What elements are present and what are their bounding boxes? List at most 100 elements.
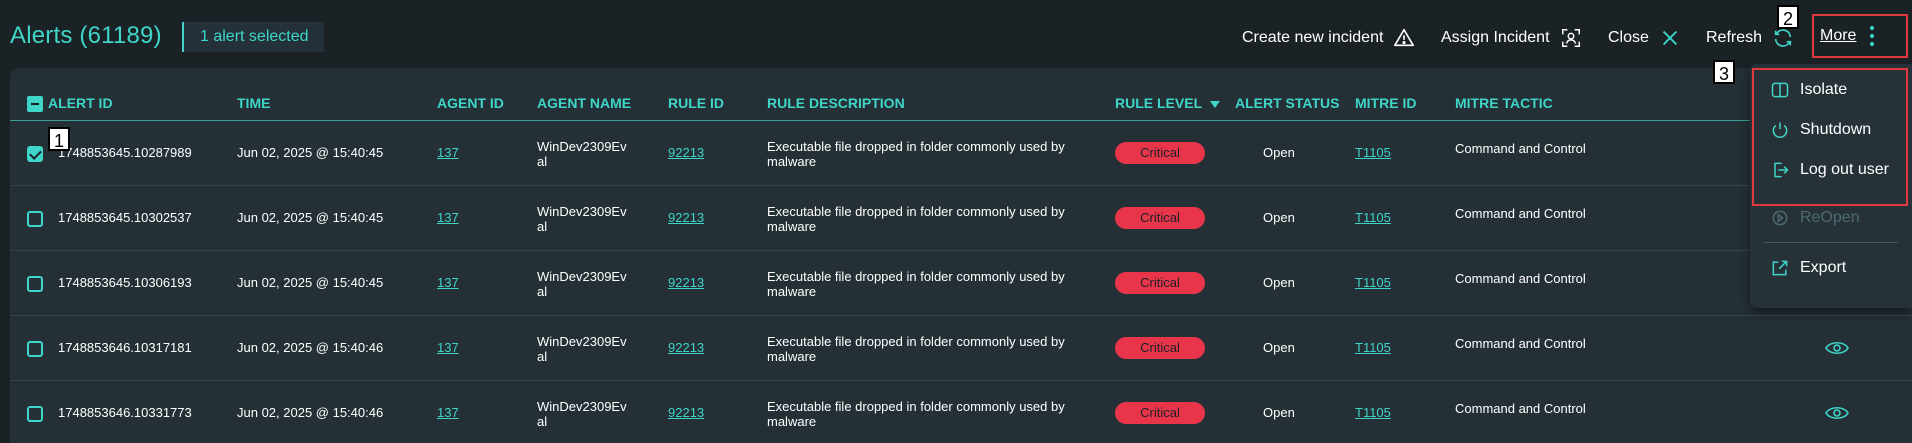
cell-time: Jun 02, 2025 @ 15:40:45: [237, 210, 384, 225]
cell-mitre-tactic: Command and Control: [1455, 271, 1586, 286]
col-alert-id[interactable]: ALERT ID: [48, 95, 113, 111]
cell-mitre-tactic: Command and Control: [1455, 206, 1586, 221]
cell-alert-status: Open: [1263, 275, 1295, 290]
close-label: Close: [1608, 29, 1649, 46]
annotation-marker-1: 1: [48, 127, 70, 151]
cell-rule-description: Executable file dropped in folder common…: [767, 139, 1065, 169]
cell-time: Jun 02, 2025 @ 15:40:46: [237, 340, 384, 355]
selection-count-badge: 1 alert selected: [182, 22, 324, 52]
cell-alert-id: 1748853646.10331773: [58, 405, 192, 420]
cell-alert-id: 1748853645.10306193: [58, 275, 192, 290]
sort-desc-icon: [1210, 100, 1221, 108]
warning-icon: [1394, 28, 1415, 47]
annotation-marker-3: 3: [1713, 60, 1735, 84]
logout-icon: [1774, 162, 1789, 178]
table-row[interactable]: 1748853645.10287989 Jun 02, 2025 @ 15:40…: [10, 121, 1912, 186]
assign-incident-label: Assign Incident: [1441, 29, 1550, 46]
cell-alert-status: Open: [1263, 405, 1295, 420]
cell-alert-id: 1748853645.10302537: [58, 210, 192, 225]
cell-mitre-tactic: Command and Control: [1455, 401, 1586, 416]
cell-mitre-id-link[interactable]: T1105: [1355, 405, 1391, 420]
more-dropdown-menu: Isolate Shutdown Log out user ReOpen Exp…: [1750, 64, 1912, 308]
top-bar: Alerts (61189) 1 alert selected Create n…: [0, 0, 1912, 68]
cell-mitre-id-link[interactable]: T1105: [1355, 145, 1391, 160]
eye-icon[interactable]: [1825, 340, 1849, 356]
row-checkbox[interactable]: [27, 341, 43, 357]
cell-alert-id: 1748853645.10287989: [58, 145, 192, 160]
col-agent-name[interactable]: AGENT NAME: [537, 95, 631, 111]
page-title: Alerts (61189): [10, 22, 162, 49]
refresh-button[interactable]: Refresh: [1706, 27, 1794, 49]
cell-rule-id-link[interactable]: 92213: [668, 145, 704, 160]
cell-agent-name: WinDev2309Ev al: [537, 399, 627, 429]
cell-agent-id-link[interactable]: 137: [437, 210, 459, 225]
refresh-label: Refresh: [1706, 29, 1763, 46]
cell-agent-name: WinDev2309Ev al: [537, 334, 627, 364]
table-row[interactable]: 1748853645.10302537 Jun 02, 2025 @ 15:40…: [10, 186, 1912, 251]
cell-mitre-id-link[interactable]: T1105: [1355, 275, 1391, 290]
col-alert-status[interactable]: ALERT STATUS: [1235, 95, 1339, 111]
menu-item-shutdown[interactable]: Shutdown: [1770, 120, 1871, 140]
close-icon: [1662, 30, 1677, 46]
col-rule-id[interactable]: RULE ID: [668, 95, 724, 111]
cell-rule-description: Executable file dropped in folder common…: [767, 204, 1065, 234]
menu-item-reopen: ReOpen: [1770, 208, 1860, 228]
eye-icon[interactable]: [1825, 405, 1849, 421]
assign-icon: [1561, 29, 1580, 47]
alerts-table: ALERT ID TIME AGENT ID AGENT NAME RULE I…: [10, 68, 1912, 443]
menu-item-logout-label: Log out user: [1800, 161, 1889, 178]
cell-time: Jun 02, 2025 @ 15:40:45: [237, 145, 384, 160]
power-icon: [1772, 122, 1788, 139]
cell-mitre-id-link[interactable]: T1105: [1355, 210, 1391, 225]
menu-item-export[interactable]: Export: [1770, 258, 1846, 278]
row-checkbox[interactable]: [27, 146, 43, 162]
create-incident-button[interactable]: Create new incident: [1242, 27, 1415, 49]
table-row[interactable]: 1748853646.10331773 Jun 02, 2025 @ 15:40…: [10, 381, 1912, 443]
cell-agent-name: WinDev2309Ev al: [537, 139, 627, 169]
assign-incident-button[interactable]: Assign Incident: [1441, 27, 1582, 49]
isolate-icon: [1771, 82, 1789, 98]
row-checkbox[interactable]: [27, 211, 43, 227]
cell-rule-id-link[interactable]: 92213: [668, 210, 704, 225]
rule-level-badge: Critical: [1115, 337, 1205, 359]
col-rule-level-label: RULE LEVEL: [1115, 95, 1203, 111]
cell-mitre-tactic: Command and Control: [1455, 336, 1586, 351]
menu-divider: [1764, 242, 1898, 243]
table-row[interactable]: 1748853645.10306193 Jun 02, 2025 @ 15:40…: [10, 251, 1912, 316]
cell-rule-id-link[interactable]: 92213: [668, 340, 704, 355]
menu-item-isolate-label: Isolate: [1800, 81, 1848, 98]
menu-item-logout[interactable]: Log out user: [1770, 160, 1889, 180]
col-rule-description[interactable]: RULE DESCRIPTION: [767, 95, 905, 111]
cell-alert-status: Open: [1263, 145, 1295, 160]
cell-rule-description: Executable file dropped in folder common…: [767, 399, 1065, 429]
row-checkbox[interactable]: [27, 406, 43, 422]
menu-item-isolate[interactable]: Isolate: [1770, 80, 1847, 100]
select-all-checkbox[interactable]: [27, 96, 43, 112]
cell-alert-status: Open: [1263, 210, 1295, 225]
rule-level-badge: Critical: [1115, 142, 1205, 164]
cell-agent-id-link[interactable]: 137: [437, 340, 459, 355]
cell-time: Jun 02, 2025 @ 15:40:45: [237, 275, 384, 290]
create-incident-label: Create new incident: [1242, 29, 1384, 46]
reopen-icon: [1772, 210, 1788, 226]
col-time[interactable]: TIME: [237, 95, 270, 111]
cell-mitre-id-link[interactable]: T1105: [1355, 340, 1391, 355]
cell-rule-id-link[interactable]: 92213: [668, 405, 704, 420]
more-label: More: [1820, 27, 1857, 44]
rule-level-badge: Critical: [1115, 272, 1205, 294]
col-rule-level[interactable]: RULE LEVEL: [1115, 95, 1221, 111]
cell-agent-id-link[interactable]: 137: [437, 275, 459, 290]
cell-rule-id-link[interactable]: 92213: [668, 275, 704, 290]
cell-agent-id-link[interactable]: 137: [437, 145, 459, 160]
menu-item-export-label: Export: [1800, 259, 1847, 276]
row-checkbox[interactable]: [27, 276, 43, 292]
more-button[interactable]: More: [1812, 14, 1908, 58]
cell-mitre-tactic: Command and Control: [1455, 141, 1586, 156]
col-mitre-id[interactable]: MITRE ID: [1355, 95, 1416, 111]
cell-agent-id-link[interactable]: 137: [437, 405, 459, 420]
col-agent-id[interactable]: AGENT ID: [437, 95, 504, 111]
close-button[interactable]: Close: [1608, 27, 1681, 49]
col-mitre-tactic[interactable]: MITRE TACTIC: [1455, 95, 1553, 111]
cell-agent-name: WinDev2309Ev al: [537, 204, 627, 234]
table-row[interactable]: 1748853646.10317181 Jun 02, 2025 @ 15:40…: [10, 316, 1912, 381]
